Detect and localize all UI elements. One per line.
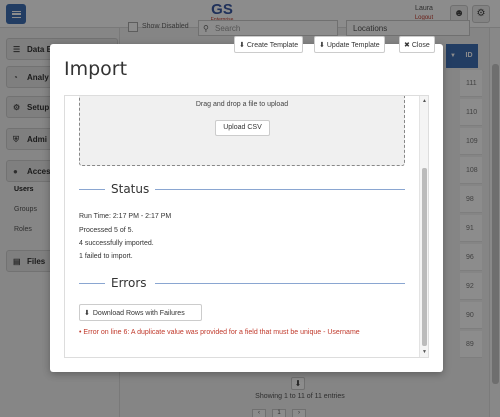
file-dropzone[interactable]: Drag and drop a file to upload Upload CS…	[79, 96, 405, 166]
error-message: Error on line 6: A duplicate value was p…	[83, 329, 360, 336]
update-template-label: Update Template	[326, 42, 380, 49]
download-failures-button[interactable]: ⬇ Download Rows with Failures	[79, 304, 202, 321]
close-label: Close	[411, 42, 430, 49]
errors-section-header: Errors	[79, 276, 405, 290]
download-icon: ⬇	[239, 42, 245, 49]
status-success: 4 successfully imported.	[79, 240, 154, 247]
status-run-time: Run Time: 2:17 PM - 2:17 PM	[79, 213, 172, 220]
import-modal: ⬇ Create Template ⬇ Update Template ✖ Close…	[50, 36, 443, 372]
import-panel: Drag and drop a file to upload Upload CS…	[64, 95, 429, 358]
download-icon: ⬇	[319, 42, 325, 49]
modal-title: Import	[64, 58, 128, 80]
errors-heading: Errors	[111, 276, 147, 290]
upload-csv-button[interactable]: Upload CSV	[215, 120, 270, 136]
close-button[interactable]: ✖ Close	[399, 36, 435, 53]
section-rule	[79, 189, 105, 190]
status-section-header: Status	[79, 182, 405, 196]
dropzone-text: Drag and drop a file to upload	[195, 101, 289, 108]
update-template-button[interactable]: ⬇ Update Template	[314, 36, 385, 53]
download-icon: ⬇	[84, 310, 90, 317]
section-rule	[79, 283, 105, 284]
create-template-label: Create Template	[246, 42, 299, 49]
close-icon: ✖	[404, 42, 410, 49]
create-template-button[interactable]: ⬇ Create Template	[234, 36, 304, 53]
panel-scroll-thumb[interactable]	[422, 168, 427, 346]
status-heading: Status	[111, 182, 150, 196]
section-rule	[155, 283, 405, 284]
section-rule	[155, 189, 405, 190]
error-item: • Error on line 6: A duplicate value was…	[79, 329, 360, 336]
status-processed: Processed 5 of 5.	[79, 227, 134, 234]
scroll-down-arrow-icon[interactable]: ▼	[422, 349, 427, 355]
panel-scrollbar[interactable]: ▲ ▼	[419, 96, 428, 357]
download-failures-label: Download Rows with Failures	[92, 310, 185, 317]
scroll-up-arrow-icon[interactable]: ▲	[422, 98, 427, 104]
status-failed: 1 failed to import.	[79, 253, 133, 260]
